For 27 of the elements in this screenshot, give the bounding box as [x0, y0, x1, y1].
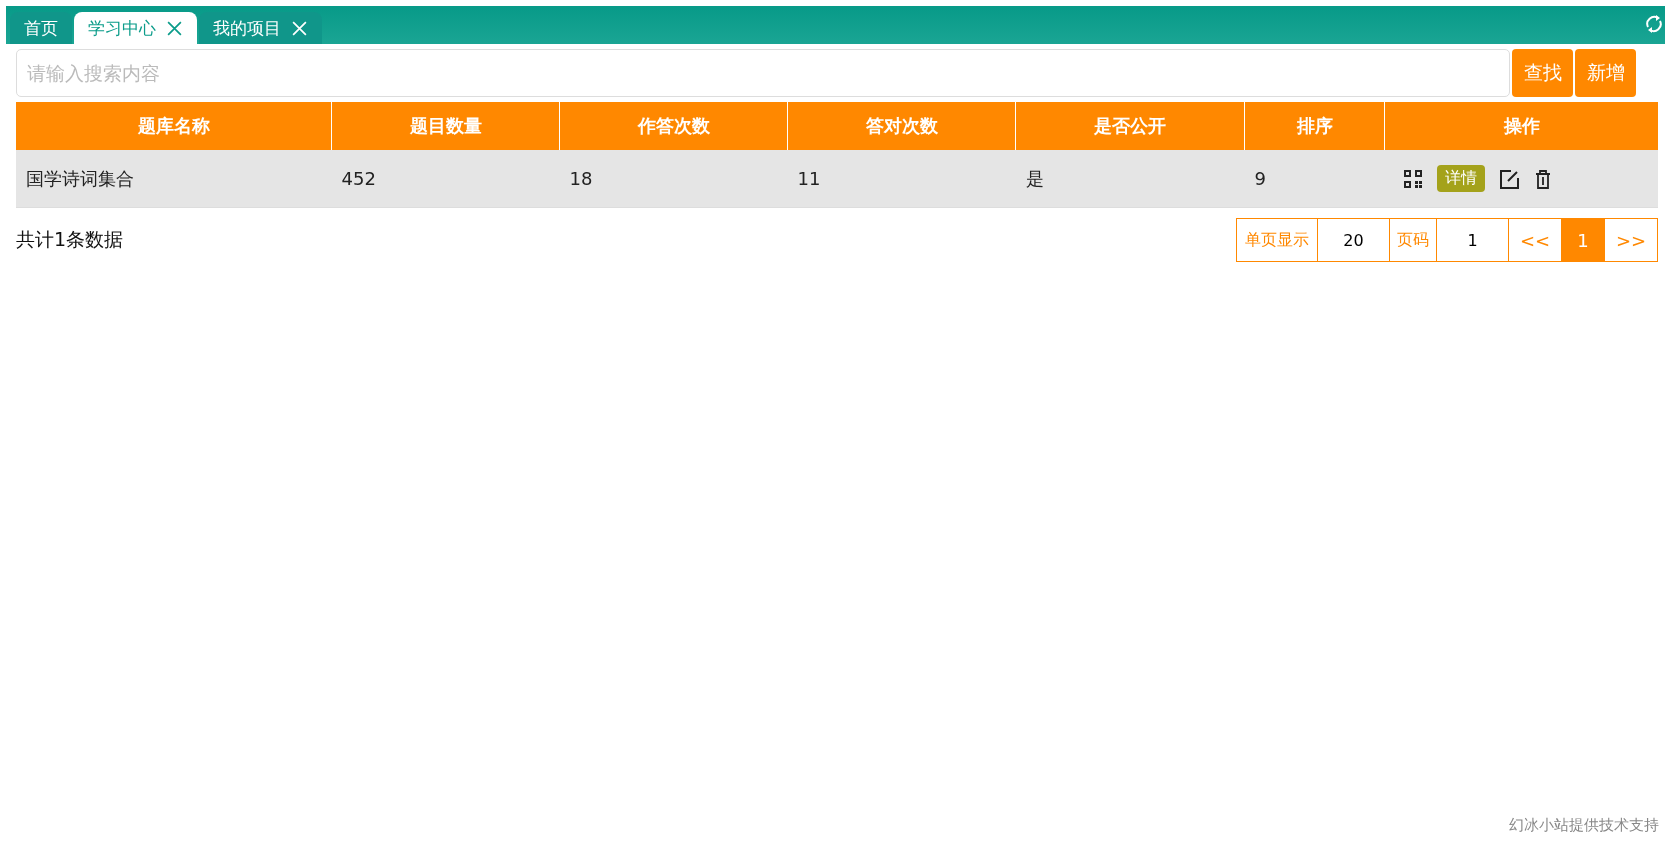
search-field[interactable]: 请输入搜索内容 [16, 49, 1510, 97]
column-header: 操作 [1384, 102, 1658, 150]
column-header: 题目数量 [331, 102, 560, 150]
table-cell: 18 [559, 150, 788, 208]
detail-button[interactable]: 详情 [1436, 165, 1485, 192]
action-button[interactable]: 查找 [1512, 49, 1573, 97]
column-header: 排序 [1244, 102, 1385, 150]
total-count: 共计1条数据 [16, 227, 124, 252]
tab[interactable]: 学习中心 [74, 12, 197, 44]
table-cell: 国学诗词集合 [16, 150, 332, 208]
refresh-icon[interactable] [1644, 14, 1664, 34]
table-cell: 9 [1244, 150, 1385, 208]
page-button[interactable]: 1 [1561, 219, 1605, 261]
footer-text: 幻冰小站提供技术支持 [1509, 816, 1659, 835]
column-header: 作答次数 [559, 102, 788, 150]
table-cell: 是 [1015, 150, 1245, 208]
column-header: 答对次数 [787, 102, 1016, 150]
table-cell: 452 [331, 150, 560, 208]
edit-icon[interactable] [1498, 168, 1519, 189]
qr-code-icon[interactable] [1402, 168, 1423, 189]
action-button[interactable]: 新增 [1575, 49, 1636, 97]
tab[interactable]: 首页 [10, 12, 72, 44]
tab[interactable]: 我的项目 [199, 12, 322, 44]
close-icon[interactable] [166, 19, 183, 37]
column-header: 题库名称 [16, 102, 332, 150]
column-header: 是否公开 [1015, 102, 1245, 150]
table-cell: 11 [787, 150, 1016, 208]
